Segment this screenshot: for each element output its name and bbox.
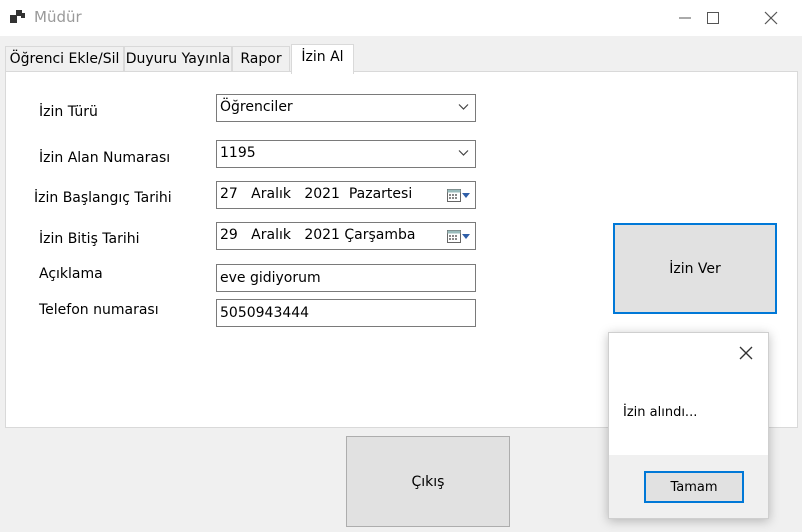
leave-type-label: İzin Türü <box>39 104 98 120</box>
calendar-dropdown-button[interactable] <box>447 188 471 202</box>
chevron-down-icon <box>458 150 469 156</box>
start-date-value: 27 Aralık 2021 Pazartesi <box>220 186 413 202</box>
leave-type-value: Öğrenciler <box>220 99 293 115</box>
close-icon[interactable] <box>738 345 754 361</box>
calendar-icon <box>447 189 461 202</box>
close-button[interactable] <box>748 0 794 36</box>
description-value: eve gidiyorum <box>220 270 321 286</box>
tab-report[interactable]: Rapor <box>232 46 290 72</box>
leave-type-select[interactable]: Öğrenciler <box>216 94 476 122</box>
chevron-down-icon <box>458 104 469 110</box>
dialog-content: İzin alındı... <box>609 333 768 455</box>
dropdown-arrow-icon <box>462 193 470 198</box>
maximize-icon <box>707 12 719 24</box>
end-date-value: 29 Aralık 2021 Çarşamba <box>220 227 416 243</box>
student-number-select[interactable]: 1195 <box>216 140 476 168</box>
end-date-label: İzin Bitiş Tarihi <box>39 231 140 247</box>
dropdown-arrow-icon <box>462 234 470 239</box>
phone-input[interactable]: 5050943444 <box>216 299 476 327</box>
description-label: Açıklama <box>39 266 103 282</box>
phone-value: 5050943444 <box>220 305 310 321</box>
start-date-picker[interactable]: 27 Aralık 2021 Pazartesi <box>216 181 476 209</box>
window-title: Müdür <box>34 8 82 26</box>
description-input[interactable]: eve gidiyorum <box>216 264 476 292</box>
tab-leave[interactable]: İzin Al <box>291 44 354 74</box>
start-date-label: İzin Başlangıç Tarihi <box>34 190 172 206</box>
title-bar: Müdür <box>0 0 802 36</box>
calendar-dropdown-button[interactable] <box>447 229 471 243</box>
message-dialog: İzin alındı... Tamam <box>608 332 769 519</box>
end-date-picker[interactable]: 29 Aralık 2021 Çarşamba <box>216 222 476 250</box>
tab-announcement[interactable]: Duyuru Yayınla <box>124 46 232 72</box>
student-number-label: İzin Alan Numarası <box>39 150 171 166</box>
app-icon <box>10 10 25 23</box>
student-number-value: 1195 <box>220 145 256 161</box>
close-icon <box>764 11 778 25</box>
calendar-icon <box>447 230 461 243</box>
ok-button[interactable]: Tamam <box>644 471 744 503</box>
maximize-button[interactable] <box>690 0 736 36</box>
dialog-message: İzin alındı... <box>623 405 698 420</box>
tab-student-add-remove[interactable]: Öğrenci Ekle/Sil <box>5 46 124 72</box>
phone-label: Telefon numarası <box>39 302 159 318</box>
exit-button[interactable]: Çıkış <box>346 436 510 527</box>
grant-leave-button[interactable]: İzin Ver <box>613 223 777 314</box>
